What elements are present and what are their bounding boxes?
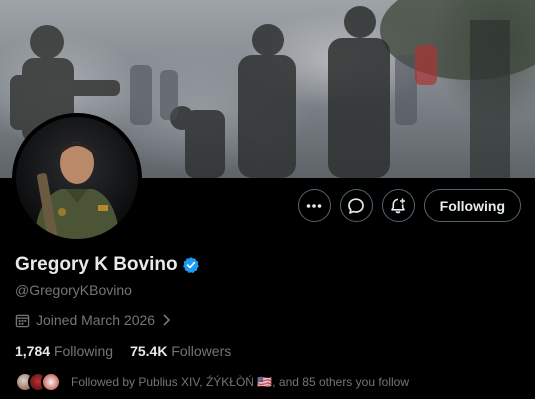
profile-info: Gregory K Bovino @GregoryKBovino Joined … <box>15 254 520 392</box>
follow-counts: 1,784 Following 75.4K Followers <box>15 343 520 359</box>
calendar-icon <box>15 314 30 327</box>
profile-photo <box>16 117 138 239</box>
followers-count-link[interactable]: 75.4K Followers <box>130 343 231 359</box>
following-count-label: Following <box>53 343 114 359</box>
more-icon <box>306 203 322 208</box>
followed-by-row[interactable]: Followed by Publius XIV, ŹÝKŁÒŃ 🇺🇸, and … <box>15 372 520 392</box>
followers-count-label: Followers <box>171 343 232 359</box>
notification-add-icon <box>391 198 406 213</box>
notify-button[interactable] <box>381 189 415 222</box>
profile-handle: @GregoryKBovino <box>15 282 132 298</box>
following-button[interactable]: Following <box>423 189 521 222</box>
more-button[interactable] <box>297 189 331 222</box>
followers-count: 75.4K <box>130 343 168 359</box>
joined-date-row[interactable]: Joined March 2026 <box>15 312 520 328</box>
profile-actions: Following <box>297 189 521 222</box>
profile-avatar[interactable] <box>12 113 142 243</box>
following-count: 1,784 <box>15 343 51 359</box>
message-icon <box>348 197 365 214</box>
following-count-link[interactable]: 1,784 Following <box>15 343 113 359</box>
follower-avatar <box>41 372 61 392</box>
message-button[interactable] <box>339 189 373 222</box>
chevron-right-icon <box>163 314 171 326</box>
display-name: Gregory K Bovino <box>15 254 178 275</box>
name-row: Gregory K Bovino <box>15 254 520 276</box>
joined-date: Joined March 2026 <box>36 312 156 328</box>
followed-by-text: Followed by Publius XIV, ŹÝKŁÒŃ 🇺🇸, and … <box>71 375 410 389</box>
verified-badge-icon[interactable] <box>182 256 200 274</box>
followed-by-avatars <box>15 372 61 392</box>
